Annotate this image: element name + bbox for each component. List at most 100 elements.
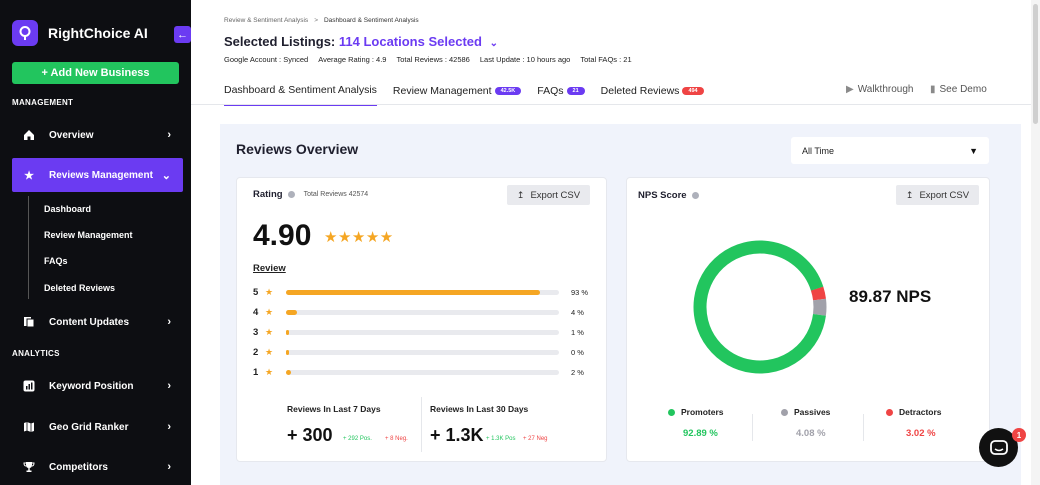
last-7-days-positive: + 292 Pos. [343, 436, 372, 442]
distribution-percent: 1 % [571, 327, 584, 337]
count-badge: 494 [682, 87, 704, 95]
sidebar-item-label: Reviews Management [49, 169, 153, 181]
distribution-track [286, 329, 559, 335]
export-csv-button[interactable]: ↥ Export CSV [507, 185, 590, 205]
last-30-days-label: Reviews In Last 30 Days [430, 404, 529, 414]
sidebar-item-reviews-management[interactable]: ★ Reviews Management ⌄ [12, 158, 183, 192]
distribution-track [286, 349, 559, 355]
sidebar-subitem-deleted-reviews[interactable]: Deleted Reviews [44, 283, 115, 293]
brand-name: RightChoice AI [48, 25, 148, 41]
distribution-row: 2 ★ 0 % [253, 346, 593, 358]
tab-label: Deleted Reviews [600, 85, 680, 97]
see-demo-button[interactable]: ▮ See Demo [930, 84, 987, 95]
distribution-row: 1 ★ 2 % [253, 366, 593, 378]
last-30-days-value: + 1.3K [430, 425, 484, 445]
chat-icon [989, 439, 1008, 455]
sidebar-item-content-updates[interactable]: Content Updates › [12, 305, 183, 339]
breadcrumb-item[interactable]: Review & Sentiment Analysis [224, 17, 308, 24]
star-level-label: 4 [253, 306, 259, 318]
add-new-business-button[interactable]: + Add New Business [12, 62, 179, 84]
distribution-percent: 0 % [571, 347, 584, 357]
nps-value: 89.87 NPS [849, 287, 932, 306]
tab-label: Review Management [392, 85, 492, 97]
period-select-value: All Time [802, 145, 835, 156]
section-label-management: MANAGEMENT [12, 98, 74, 107]
sidebar-item-label: Keyword Position [49, 380, 134, 392]
distribution-track [286, 309, 559, 315]
sidebar-item-label: Content Updates [49, 316, 129, 328]
tab-dashboard-sentiment[interactable]: Dashboard & Sentiment Analysis [224, 84, 377, 106]
star-icon: ★ [265, 286, 274, 297]
export-csv-button[interactable]: ↥ Export CSV [896, 185, 979, 205]
distribution-bar [286, 309, 297, 315]
chevron-right-icon: › [167, 380, 171, 392]
period-select[interactable]: All Time ▼ [791, 137, 989, 164]
meta-average-rating: Average Rating : 4.9 [318, 55, 387, 64]
document-icon [22, 315, 36, 329]
selected-listings-title[interactable]: Selected Listings: 114 Locations Selecte… [224, 34, 498, 49]
sidebar-item-label: Competitors [49, 461, 108, 473]
rating-card-header: Rating Total Reviews 42574 [253, 189, 368, 200]
last-7-days-label: Reviews In Last 7 Days [287, 404, 381, 414]
sidebar-item-keyword-position[interactable]: Keyword Position › [12, 369, 183, 403]
promoters-percent: 92.89 % [683, 428, 718, 439]
scrollbar-thumb[interactable] [1033, 4, 1038, 124]
sidebar-item-overview[interactable]: Overview › [12, 118, 183, 152]
count-badge: 42.5K [494, 87, 522, 95]
legend-label: Detractors [899, 407, 942, 417]
meta-last-update: Last Update : 10 hours ago [479, 55, 571, 64]
trophy-icon [22, 460, 36, 474]
brand[interactable]: RightChoice AI [12, 20, 148, 46]
breadcrumb-current: Dashboard & Sentiment Analysis [323, 17, 419, 24]
export-label: Export CSV [530, 189, 581, 201]
scrollbar[interactable] [1031, 0, 1040, 485]
promoters-dot [668, 408, 675, 416]
collapse-sidebar-button[interactable]: ← [174, 26, 191, 43]
star-level-label: 5 [253, 286, 259, 298]
sidebar-subitem-review-management[interactable]: Review Management [44, 230, 133, 240]
passives-dot [781, 408, 788, 416]
chevron-right-icon: > [314, 17, 318, 24]
meta-google-account: Google Account : Synced [224, 55, 309, 64]
sidebar-item-label: Overview [49, 129, 94, 141]
review-link[interactable]: Review [253, 263, 286, 274]
chevron-down-icon: ⌄ [161, 169, 171, 182]
sidebar-subitem-faqs[interactable]: FAQs [44, 256, 68, 266]
nps-donut-chart [693, 240, 827, 374]
last-30-days-negative: + 27 Neg [523, 436, 548, 442]
play-circle-icon: ▶ [846, 84, 854, 95]
rating-card-title: Rating [253, 189, 283, 200]
video-icon: ▮ [930, 84, 936, 95]
tab-faqs[interactable]: FAQs 21 [537, 84, 585, 106]
legend-divider [863, 414, 864, 441]
tab-deleted-reviews[interactable]: Deleted Reviews 494 [601, 84, 704, 106]
nps-segment-detractors [693, 240, 827, 374]
selected-listings-value: 114 Locations Selected [338, 34, 482, 49]
page-title: Reviews Overview [236, 141, 359, 157]
distribution-track [286, 369, 559, 375]
nps-card-title: NPS Score [638, 190, 687, 201]
tab-bar: Dashboard & Sentiment Analysis Review Ma… [224, 84, 720, 106]
rating-stars: ★★★★★ [324, 229, 394, 246]
distribution-bar [286, 369, 292, 375]
star-icon: ★ [265, 366, 274, 377]
legend-divider [752, 414, 753, 441]
legend-promoters: Promoters [668, 407, 724, 417]
brand-logo-icon [12, 20, 38, 46]
walkthrough-button[interactable]: ▶ Walkthrough [846, 84, 913, 95]
last-7-days-value: + 300 [287, 425, 333, 445]
home-icon [22, 128, 36, 142]
selected-listings-label: Selected Listings: [224, 34, 336, 49]
last-30-days-positive: + 1.3K Pos [486, 436, 516, 442]
sidebar-subitem-dashboard[interactable]: Dashboard [44, 204, 91, 214]
chat-notification-badge: 1 [1012, 428, 1026, 442]
average-rating: 4.90 [253, 219, 312, 252]
sidebar-item-geo-grid-ranker[interactable]: Geo Grid Ranker › [12, 410, 183, 444]
star-icon: ★ [265, 326, 274, 337]
sidebar-item-competitors[interactable]: Competitors › [12, 450, 183, 484]
info-icon[interactable] [691, 192, 699, 199]
see-demo-label: See Demo [939, 84, 987, 95]
star-icon: ★ [265, 346, 274, 357]
tab-review-management[interactable]: Review Management 42.5K [392, 84, 522, 106]
info-icon[interactable] [287, 191, 295, 198]
